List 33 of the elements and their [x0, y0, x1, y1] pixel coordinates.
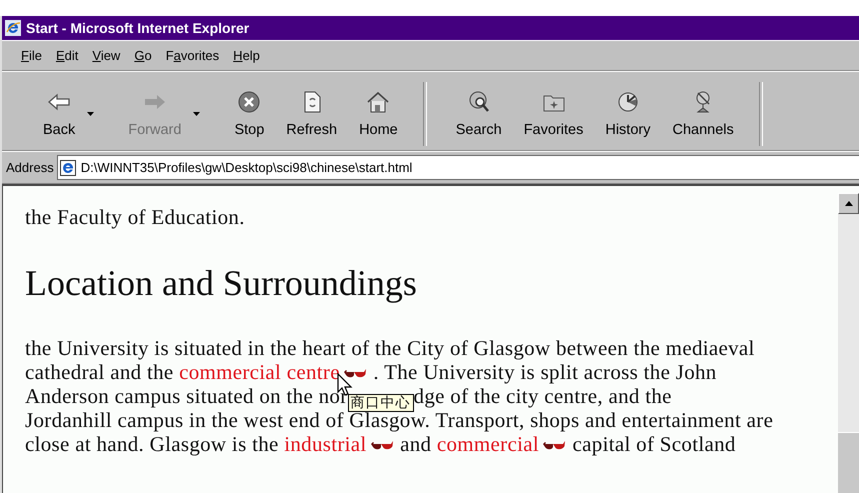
section-heading: Location and Surroundings	[25, 262, 418, 304]
menu-item[interactable]: Help	[228, 46, 267, 65]
address-field[interactable]: D:\WINNT35\Profiles\gw\Desktop\sci98\chinese\start.html	[56, 155, 859, 180]
toolbar-button[interactable]: Back	[38, 90, 80, 138]
sunglasses-icon	[344, 369, 366, 380]
menu-item[interactable]: View	[87, 46, 128, 65]
house-icon	[365, 90, 392, 114]
link[interactable]: industrial	[284, 432, 367, 456]
sunglasses-icon	[542, 441, 565, 452]
sunglasses-icon	[370, 441, 393, 452]
up-arrow-icon	[844, 201, 852, 206]
scroll-thumb[interactable]	[838, 432, 859, 493]
address-label: Address	[6, 160, 54, 175]
body-text: the Faculty of Education.	[25, 205, 246, 229]
link[interactable]: commercial	[436, 432, 539, 456]
toolbar-button[interactable]: Refresh	[281, 90, 342, 138]
link[interactable]: commercial centre	[179, 360, 340, 384]
toolbar-button[interactable]: Home	[354, 90, 403, 138]
scroll-up-button[interactable]	[838, 193, 859, 214]
toolbar-button[interactable]: Channels	[667, 90, 739, 138]
window-title: Start - Microsoft Internet Explorer	[26, 20, 250, 36]
toolbar-button[interactable]: History	[600, 90, 656, 138]
toolbar-button[interactable]: Stop	[229, 90, 270, 138]
tooltip: 商口中心	[348, 394, 414, 412]
browser-logo-icon	[5, 20, 21, 36]
menu-item[interactable]: Favorites	[160, 46, 226, 65]
menu-item[interactable]: Edit	[50, 46, 86, 65]
stop-icon	[236, 90, 262, 114]
menu-item[interactable]: Go	[129, 46, 159, 65]
menu-item[interactable]: File	[16, 46, 49, 65]
toolbar-button[interactable]: Favorites	[518, 90, 588, 138]
page-icon	[60, 160, 76, 176]
toolbar-button[interactable]: Search	[450, 90, 507, 138]
